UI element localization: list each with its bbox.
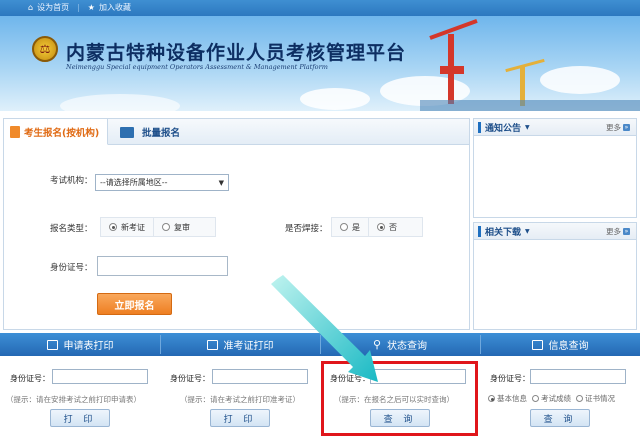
more-arrow-icon: »: [623, 123, 630, 131]
bullet-bar: [478, 121, 481, 133]
welding-no-option[interactable]: 否: [368, 218, 405, 236]
welding-label: 是否焊接：: [285, 224, 328, 234]
emblem-logo: ⚖: [32, 36, 58, 62]
quick-tools-header: 申请表打印 准考证打印 ⚲ 状态查询 信息查询: [0, 333, 640, 356]
tab-admission-print[interactable]: 准考证打印: [160, 333, 320, 356]
radio-unselected[interactable]: [340, 223, 348, 231]
radio-unselected[interactable]: [162, 223, 170, 231]
calendar-icon: [206, 339, 218, 350]
option-basic-info[interactable]: 基本信息: [488, 393, 527, 404]
more-label: 更多: [606, 226, 621, 236]
option-label: 复审: [174, 222, 190, 232]
admission-id-input[interactable]: [212, 369, 308, 384]
col-title: 信息查询: [548, 341, 589, 352]
caret-down-icon: ▼: [525, 227, 530, 235]
tab-application-print[interactable]: 申请表打印: [0, 333, 160, 356]
radio-unselected[interactable]: [532, 395, 539, 402]
col-title: 准考证打印: [223, 341, 274, 352]
reg-type-label: 报名类型：: [50, 224, 93, 234]
tab-label: 批量报名: [142, 128, 181, 139]
radio-selected[interactable]: [377, 223, 385, 231]
application-print-section: 身份证号： （提示：请在安排考试之前打印申请表） 打 印: [0, 356, 160, 439]
quick-tools: 申请表打印 准考证打印 ⚲ 状态查询 信息查询 身份证号： （提示：请在安排考试…: [0, 333, 640, 439]
register-now-button[interactable]: 立即报名: [97, 293, 172, 315]
select-value: --请选择所属地区--: [100, 178, 168, 187]
star-icon: ★: [87, 3, 95, 12]
option-label: 新考证: [121, 222, 145, 232]
radio-selected[interactable]: [488, 395, 495, 402]
option-label: 证书情况: [585, 394, 615, 403]
tab-label: 考生报名(按机构): [24, 127, 100, 139]
printer-icon: [46, 339, 58, 350]
id-number-input[interactable]: [97, 256, 228, 276]
radio-selected[interactable]: [109, 223, 117, 231]
option-certificate[interactable]: 证书情况: [576, 393, 615, 404]
info-id-input[interactable]: [530, 369, 626, 384]
tab-info-query[interactable]: 信息查询: [480, 333, 640, 356]
highlight-annotation-box: [321, 361, 478, 436]
bookmark-link[interactable]: 加入收藏: [99, 2, 131, 13]
site-title: 内蒙古特种设备作业人员考核管理平台: [66, 42, 407, 64]
welding-group: 是 否: [331, 217, 423, 237]
col-title: 申请表打印: [63, 341, 114, 352]
site-subtitle: Neimenggu Special equipment Operators As…: [66, 63, 328, 71]
registration-tabs: 考生报名(按机构) 批量报名: [4, 119, 469, 145]
option-label: 基本信息: [497, 394, 527, 403]
id-label: 身份证号：: [170, 374, 210, 383]
hint-text: （提示：请在考试之前打印准考证）: [180, 395, 300, 404]
id-label: 身份证号：: [10, 374, 50, 383]
home-icon: ⌂: [28, 3, 34, 12]
tab-status-query[interactable]: ⚲ 状态查询: [320, 333, 480, 356]
notice-panel: 通知公告 ▼ 更多 »: [473, 118, 637, 218]
form-icon: [10, 125, 20, 138]
admission-print-button[interactable]: 打 印: [210, 409, 270, 427]
divider: |: [77, 3, 80, 12]
option-label: 考试成绩: [541, 394, 571, 403]
hint-text: （提示：请在安排考试之前打印申请表）: [6, 395, 141, 404]
search-icon: ⚲: [372, 338, 382, 351]
more-label: 更多: [606, 122, 621, 132]
admission-print-section: 身份证号： （提示：请在考试之前打印准考证） 打 印: [160, 356, 320, 439]
tab-batch-register[interactable]: 批量报名: [120, 119, 180, 145]
info-query-section: 身份证号： 基本信息 考试成绩 证书情况 查 询: [480, 356, 640, 439]
download-panel: 相关下载 ▼ 更多 »: [473, 222, 637, 330]
caret-down-icon: ▼: [525, 123, 530, 131]
document-icon: [531, 339, 543, 350]
more-arrow-icon: »: [623, 227, 630, 235]
top-bar: ⌂ 设为首页 | ★ 加入收藏: [0, 0, 640, 16]
set-home-link[interactable]: 设为首页: [37, 2, 69, 13]
application-print-button[interactable]: 打 印: [50, 409, 110, 427]
reg-type-new-option[interactable]: 新考证: [101, 218, 153, 236]
reg-type-renew-option[interactable]: 复审: [153, 218, 198, 236]
reg-type-group: 新考证 复审: [100, 217, 216, 237]
exam-org-label: 考试机构：: [50, 176, 93, 186]
notice-more-link[interactable]: 更多 »: [606, 122, 630, 133]
tab-register-by-org[interactable]: 考生报名(按机构): [4, 119, 108, 145]
header-banner: ⚖ 内蒙古特种设备作业人员考核管理平台 Neimenggu Special eq…: [0, 16, 640, 111]
download-title: 相关下载: [485, 227, 522, 238]
bullet-bar: [478, 225, 481, 237]
option-exam-score[interactable]: 考试成绩: [532, 393, 571, 404]
exam-org-select[interactable]: --请选择所属地区-- ▼: [95, 174, 229, 191]
id-label: 身份证号：: [490, 374, 530, 383]
id-label: 身份证号：: [50, 263, 93, 273]
application-id-input[interactable]: [52, 369, 148, 384]
option-label: 否: [389, 222, 397, 232]
folder-icon: [120, 126, 134, 138]
welding-yes-option[interactable]: 是: [332, 218, 368, 236]
radio-unselected[interactable]: [576, 395, 583, 402]
info-options: 基本信息 考试成绩 证书情况: [488, 393, 615, 404]
notice-title: 通知公告: [485, 123, 522, 134]
option-label: 是: [352, 222, 360, 232]
dropdown-arrow-icon: ▼: [218, 178, 224, 187]
col-title: 状态查询: [387, 341, 428, 352]
info-query-button[interactable]: 查 询: [530, 409, 590, 427]
download-more-link[interactable]: 更多 »: [606, 226, 630, 237]
